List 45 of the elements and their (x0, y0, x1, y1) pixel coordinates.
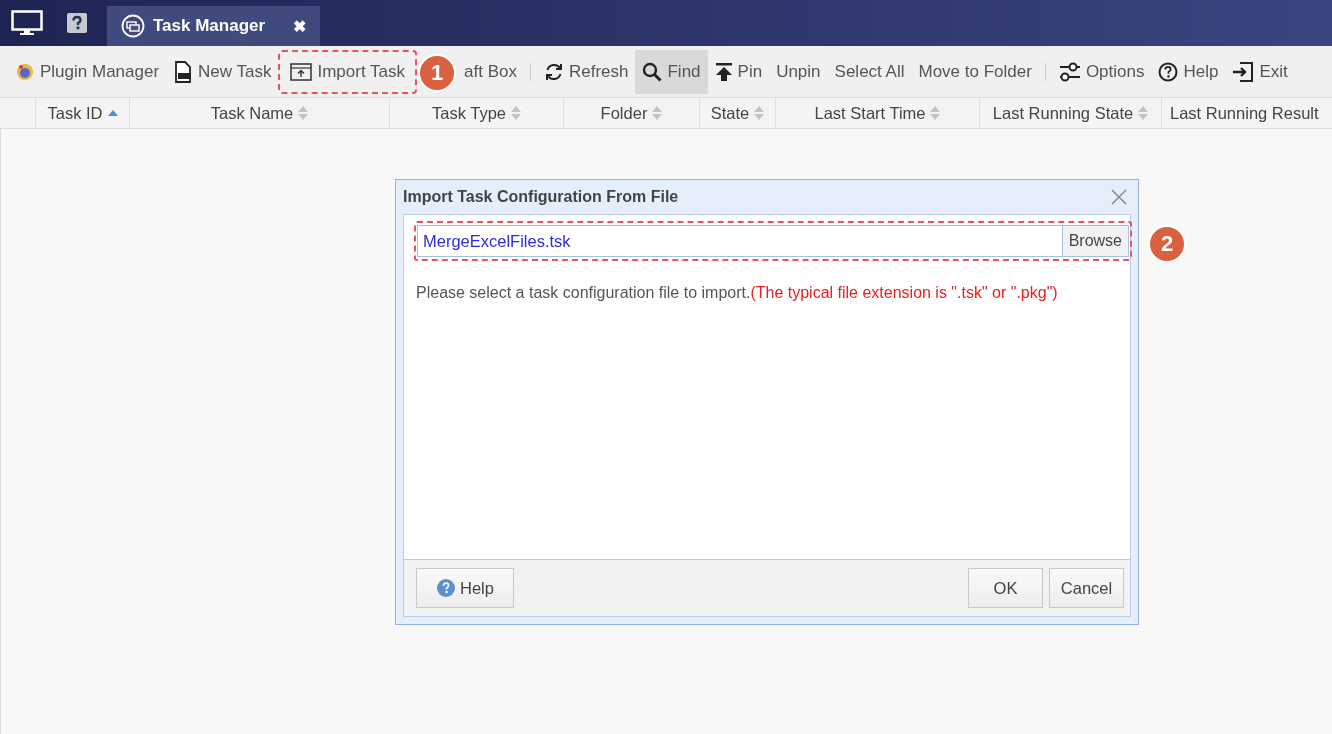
column-header[interactable]: Task Type (390, 98, 564, 128)
window-icon (121, 14, 145, 38)
column-header[interactable]: Last Running State (980, 98, 1162, 128)
dialog-button[interactable]: Cancel (1049, 568, 1124, 608)
plugin-icon (15, 61, 35, 82)
toolbar-button[interactable]: Move to Folder (911, 49, 1039, 94)
help-icon (436, 578, 457, 598)
new-document-icon (173, 60, 194, 83)
task-manager-tab[interactable]: Task Manager ✖ (107, 6, 321, 46)
column-header[interactable]: State (700, 98, 776, 128)
toolbar-button[interactable]: Unpin (769, 49, 828, 94)
column-header[interactable]: Task Name (130, 98, 390, 128)
column-header[interactable]: Folder (564, 98, 700, 128)
toolbar-button[interactable]: Options (1051, 49, 1152, 94)
column-header[interactable]: Task ID (36, 98, 130, 128)
import-icon (290, 62, 313, 81)
step-badge: 2 (1148, 225, 1186, 263)
close-icon[interactable] (1111, 189, 1127, 205)
refresh-icon (543, 61, 564, 82)
browse-button[interactable]: Browse (1061, 225, 1129, 257)
settings-icon (1058, 61, 1081, 82)
toolbar-button[interactable]: Select All (827, 49, 912, 94)
dialog-button[interactable]: OK (968, 568, 1043, 608)
toolbar-button[interactable]: Help (1151, 49, 1226, 94)
column-header[interactable]: Last Start Time (776, 98, 980, 128)
dialog-title: Import Task Configuration From File (403, 188, 679, 206)
toolbar-button[interactable]: Refresh (536, 49, 636, 94)
toolbar-button[interactable]: aft Box (457, 49, 524, 94)
exit-icon (1232, 61, 1255, 82)
help-icon[interactable] (67, 13, 87, 33)
monitor-icon[interactable] (11, 10, 43, 36)
toolbar-button[interactable]: Import Task (278, 49, 418, 94)
toolbar-button[interactable]: New Task (166, 49, 279, 94)
column-header[interactable]: Last Running Result (1162, 98, 1332, 128)
toolbar-button[interactable]: Exit (1225, 49, 1295, 94)
toolbar-button[interactable]: Pin (707, 49, 770, 94)
search-icon (642, 61, 663, 82)
instruction-text: Please select a task configuration file to import.(The typical file extension is ".tsk" or ".pkg") (416, 283, 1059, 303)
step-badge: 1 (418, 53, 457, 92)
help-icon (1158, 61, 1179, 82)
close-tab-button[interactable]: ✖ (293, 16, 307, 36)
help-button[interactable]: Help (416, 568, 514, 608)
toolbar-button[interactable]: Find (635, 49, 708, 94)
pin-icon (714, 61, 733, 82)
toolbar-button[interactable]: Plugin Manager (8, 49, 167, 94)
